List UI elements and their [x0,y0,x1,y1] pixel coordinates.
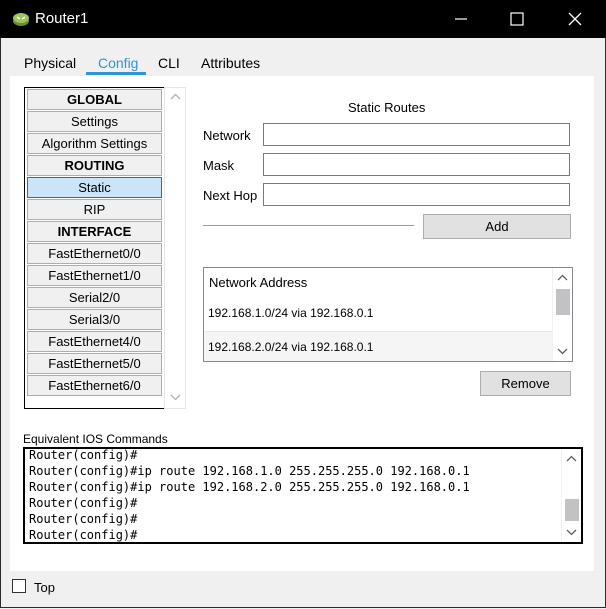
route-row[interactable]: 192.168.1.0/24 via 192.168.0.1 [204,298,552,328]
tab-attributes[interactable]: Attributes [201,55,260,71]
chevron-up-icon[interactable] [170,93,181,100]
network-address-list[interactable]: Network Address 192.168.1.0/24 via 192.1… [203,267,573,362]
tab-cli[interactable]: CLI [158,55,180,71]
ios-line: Router(config)#ip route 192.168.1.0 255.… [29,464,470,478]
nav-item-fastethernet5-0[interactable]: FastEthernet5/0 [27,353,162,374]
chevron-down-icon[interactable] [557,348,568,355]
ios-line: Router(config)# [29,512,138,526]
nav-item-algorithm-settings[interactable]: Algorithm Settings [27,133,162,154]
static-routes-title: Static Routes [348,100,426,115]
tab-physical[interactable]: Physical [24,55,76,71]
mask-input[interactable] [263,153,570,176]
window-title: Router1 [35,10,89,27]
nav-item-fastethernet0-0[interactable]: FastEthernet0/0 [27,243,162,264]
remove-button[interactable]: Remove [480,371,571,396]
minimize-icon [455,18,467,20]
ios-line: Router(config)#ip route 192.168.2.0 255.… [29,480,470,494]
mask-label: Mask [203,158,235,173]
ios-commands-label: Equivalent IOS Commands [23,432,168,446]
close-button[interactable] [546,0,604,38]
nav-item-fastethernet1-0[interactable]: FastEthernet1/0 [27,265,162,286]
nav-header-global: GLOBAL [27,89,162,110]
ios-line: Router(config)# [29,448,138,462]
ios-scroll-thumb[interactable] [565,499,579,521]
ios-commands-console[interactable]: Router(config)# Router(config)#ip route … [23,447,583,544]
route-row[interactable]: 192.168.2.0/24 via 192.168.0.1 [204,331,552,361]
chevron-down-icon[interactable] [566,529,577,536]
ios-scrollbar[interactable] [561,449,581,542]
chevron-up-icon[interactable] [566,455,577,462]
ios-line: Router(config)# [29,528,138,542]
network-label: Network [203,128,251,143]
maximize-button[interactable] [488,0,546,38]
close-icon [568,12,582,26]
nav-item-fastethernet6-0[interactable]: FastEthernet6/0 [27,375,162,396]
maximize-icon [510,12,524,26]
title-bar[interactable]: Router1 [0,0,606,38]
ios-line: Router(config)# [29,496,138,510]
active-tab-indicator [86,72,146,75]
nav-item-rip[interactable]: RIP [27,199,162,220]
nav-item-settings[interactable]: Settings [27,111,162,132]
chevron-up-icon[interactable] [557,274,568,281]
nav-header-routing: ROUTING [27,155,162,176]
minimize-button[interactable] [432,0,490,38]
next-hop-input[interactable] [263,183,570,206]
nav-item-fastethernet4-0[interactable]: FastEthernet4/0 [27,331,162,352]
network-input[interactable] [263,123,570,146]
routes-scroll-thumb[interactable] [556,289,570,315]
next-hop-label: Next Hop [203,188,258,203]
routes-scrollbar[interactable] [552,268,572,361]
router-app-icon [13,13,29,26]
chevron-down-icon[interactable] [170,394,181,401]
nav-item-serial3-0[interactable]: Serial3/0 [27,309,162,330]
nav-item-static[interactable]: Static [27,177,162,198]
config-nav-list: GLOBAL Settings Algorithm Settings ROUTI… [24,87,165,409]
top-checkbox[interactable] [12,579,26,593]
add-button[interactable]: Add [423,214,571,239]
nav-scrollbar[interactable] [164,87,186,409]
nav-item-serial2-0[interactable]: Serial2/0 [27,287,162,308]
network-address-header: Network Address [209,275,308,290]
nav-header-interface: INTERFACE [27,221,162,242]
top-checkbox-label: Top [34,580,55,595]
divider [203,225,414,226]
tab-config[interactable]: Config [98,55,138,71]
